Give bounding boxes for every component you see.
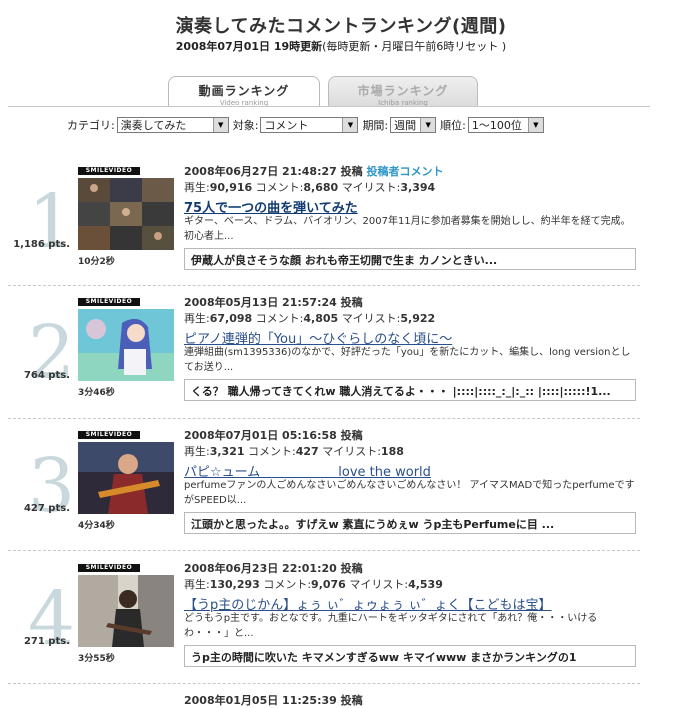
comments-label: コメント: [263, 578, 312, 591]
video-thumbnail[interactable] [78, 575, 174, 647]
mylist-count: 3,394 [400, 181, 436, 194]
video-stats: 再生:90,916 コメント:8,680 マイリスト:3,394 [184, 179, 435, 195]
post-date: 2008年06月27日 21:48:27 投稿 投稿者コメント [184, 163, 443, 179]
target-value: コメント [264, 119, 309, 132]
video-thumbnail[interactable] [78, 442, 174, 514]
ranking-entry-5: 2008年01月05日 11:25:39 投稿 [0, 684, 682, 708]
points: 271 pts. [23, 636, 70, 647]
period-select[interactable]: 週間 ▼ [390, 117, 437, 133]
filter-bar: カテゴリ: 演奏してみた ▼ 対象: コメント ▼ 期間: 週間 ▼ 順位: 1… [67, 117, 548, 133]
views-count: 90,916 [209, 181, 253, 194]
ranking-entry-3: 3 427 pts. SMILEVIDEO 4分34秒 2008年07月01日 … [0, 419, 682, 557]
comments-label: コメント: [255, 181, 304, 194]
tab-ichiba-ranking[interactable]: 市場ランキング Ichiba ranking [328, 76, 478, 107]
video-description: どうもうp主です。おとなです。九重にハートをギッタギタにされて「あれ？俺・・・い… [184, 613, 598, 639]
post-date: 2008年07月01日 05:16:58 投稿 [184, 429, 363, 442]
latest-comments: 江頭かと思ったよ。。すげえw 素直にうめぇw うp主もPerfumeに目 ... [184, 512, 636, 534]
video-description: perfumeファンの人ごめんなさいごめんなさいごめんなさい！ アイマスMADで… [184, 480, 635, 506]
comments-count: 9,076 [311, 578, 346, 591]
mylist-label: マイリスト: [349, 578, 409, 591]
rank-label: 順位: [440, 119, 466, 132]
dropdown-arrow-icon: ▼ [212, 118, 228, 132]
ranking-entry-1: 1 1,186 pts. SMILEVIDEO 10分2秒 2008年06月27… [0, 155, 682, 293]
divider [8, 550, 640, 551]
views-count: 3,321 [209, 445, 245, 458]
update-info: 2008年07月01日 19時更新(毎時更新・月曜日午前6時リセット ) [0, 38, 682, 54]
points: 764 pts. [23, 370, 70, 381]
comments-count: 4,805 [303, 312, 339, 325]
points: 427 pts. [23, 503, 70, 514]
video-stats: 再生:130,293 コメント:9,076 マイリスト:4,539 [184, 576, 443, 592]
duration: 3分55秒 [78, 654, 115, 664]
post-date-text: 2008年06月27日 21:48:27 投稿 [184, 165, 363, 178]
category-label: カテゴリ: [67, 119, 115, 132]
duration: 4分34秒 [78, 521, 115, 531]
ranking-entry-4: 4 271 pts. SMILEVIDEO 3分55秒 2008年06月23日 … [0, 552, 682, 690]
views-label: 再生: [184, 445, 210, 458]
latest-comments: 伊蔵人が良さそうな顔 おれも帝王切開で生ま カノンときい... [184, 248, 636, 270]
tab-label: 動画ランキング [198, 84, 290, 98]
ranking-entry-2: 2 764 pts. SMILEVIDEO 3分46秒 2008年05月13日 … [0, 286, 682, 424]
smilevideo-badge: SMILEVIDEO [78, 431, 140, 439]
update-time: 2008年07月01日 19時更新 [175, 40, 323, 53]
dropdown-arrow-icon: ▼ [527, 118, 543, 132]
views-label: 再生: [184, 578, 210, 591]
tab-label: 市場ランキング [357, 84, 449, 98]
uploader-comment-link[interactable]: 投稿者コメント [366, 165, 443, 178]
latest-comments: くる？ 職人帰ってきてくれw 職人消えてるよ・・・ |::::|::::_:_|… [184, 379, 636, 401]
period-label: 期間: [362, 119, 389, 132]
target-select[interactable]: コメント ▼ [260, 117, 359, 133]
mylist-label: マイリスト: [341, 312, 401, 325]
views-label: 再生: [184, 181, 210, 194]
video-stats: 再生:67,098 コメント:4,805 マイリスト:5,922 [184, 310, 435, 326]
video-thumbnail[interactable] [78, 178, 174, 250]
mylist-label: マイリスト: [322, 445, 381, 458]
views-label: 再生: [184, 312, 210, 325]
comments-label: コメント: [255, 312, 304, 325]
post-date: 2008年05月13日 21:57:24 投稿 [184, 296, 363, 309]
latest-comments: うp主の時間に吹いた キマメンすぎるww キマイwww まさかランキングの1 [184, 645, 636, 667]
update-note: (毎時更新・月曜日午前6時リセット ) [322, 40, 507, 53]
smilevideo-badge: SMILEVIDEO [78, 298, 140, 306]
smilevideo-badge: SMILEVIDEO [78, 564, 140, 572]
smilevideo-badge: SMILEVIDEO [78, 167, 140, 175]
rank-select[interactable]: 1〜100位 ▼ [467, 117, 544, 133]
comments-label: コメント: [248, 445, 296, 458]
category-select[interactable]: 演奏してみた ▼ [116, 117, 229, 133]
comments-count: 8,680 [303, 181, 339, 194]
post-date: 2008年06月23日 22:01:20 投稿 [184, 562, 363, 575]
duration: 3分46秒 [78, 388, 115, 398]
mylist-count: 188 [380, 445, 404, 458]
rank-value: 1〜100位 [471, 119, 522, 132]
post-date: 2008年01月05日 11:25:39 投稿 [184, 694, 363, 707]
mylist-count: 4,539 [408, 578, 443, 591]
comments-count: 427 [295, 445, 319, 458]
category-value: 演奏してみた [120, 119, 187, 132]
target-label: 対象: [232, 119, 259, 132]
mylist-count: 5,922 [400, 312, 436, 325]
views-count: 67,098 [209, 312, 253, 325]
video-stats: 再生:3,321 コメント:427 マイリスト:188 [184, 443, 404, 459]
points: 1,186 pts. [13, 239, 70, 250]
video-description: 連弾組曲(sm1395336)のなかで、好評だった「you」を新たにカット、編集… [184, 347, 631, 373]
page-title: 演奏してみたコメントランキング(週間) [175, 16, 507, 37]
tab-bar-line [8, 106, 650, 107]
video-thumbnail[interactable] [78, 309, 174, 381]
video-description: ギター、ベース、ドラム、バイオリン、2007年11月に参加者募集を開始しし、約半… [184, 216, 631, 242]
duration: 10分2秒 [78, 257, 115, 267]
period-value: 週間 [394, 119, 417, 132]
dropdown-arrow-icon: ▼ [342, 118, 358, 132]
dropdown-arrow-icon: ▼ [420, 118, 436, 132]
views-count: 130,293 [209, 578, 260, 591]
tab-video-ranking[interactable]: 動画ランキング Video ranking [168, 76, 320, 107]
mylist-label: マイリスト: [341, 181, 401, 194]
